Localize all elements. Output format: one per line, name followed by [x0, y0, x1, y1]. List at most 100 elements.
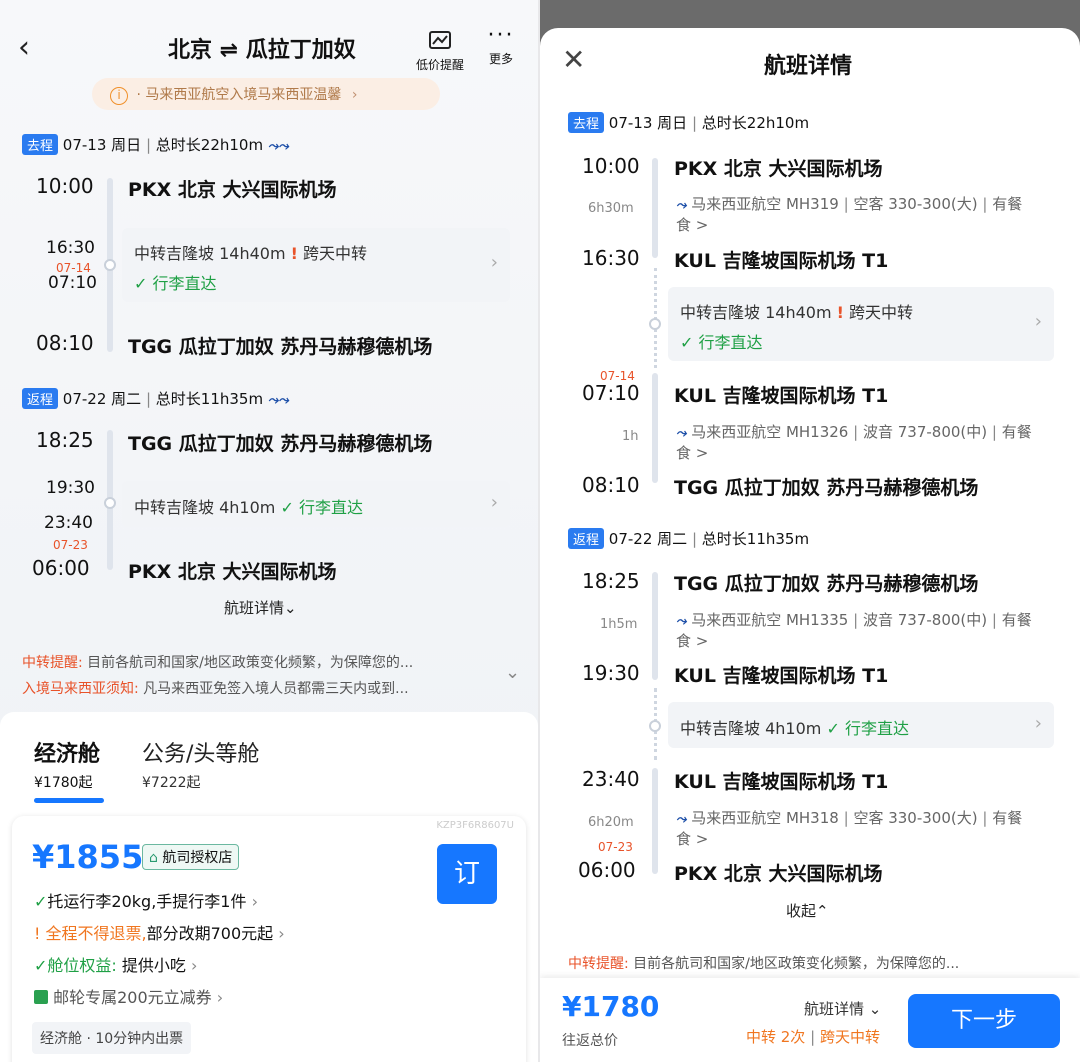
baggage-label: 行李直达 — [152, 274, 217, 293]
cabin-name: 公务/头等舱 — [142, 742, 260, 767]
offer-line[interactable]: ✓舱位权益: 提供小吃 › — [34, 952, 197, 976]
chevron-right-icon: › — [490, 492, 498, 513]
chevron-down-icon: ⌄ — [868, 1000, 882, 1018]
aircraft: 波音 737-800(中) — [862, 611, 988, 629]
tab-economy[interactable]: 经济舱 ¥1780起 — [34, 736, 104, 803]
cross-day-label: 跨天中转 — [819, 1028, 880, 1046]
tab-business[interactable]: 公务/头等舱 ¥7222起 — [142, 736, 259, 792]
offer-line[interactable]: ! 全程不得退票,部分改期700元起 › — [34, 920, 285, 944]
aircraft: 空客 330-300(大) — [853, 809, 978, 827]
transfer-card[interactable]: 中转吉隆坡 4h10m ✓ 行李直达 › — [668, 702, 1054, 748]
check-icon: ✓ — [34, 956, 48, 975]
collapse-label: 收起 — [786, 902, 817, 920]
inbound-duration: 总时长11h35m — [701, 530, 810, 548]
warning-icon: ! — [836, 303, 844, 322]
more-button[interactable]: ··· 更多 — [484, 25, 518, 67]
chart-icon — [429, 31, 451, 49]
chevron-right-icon: › — [216, 988, 224, 1007]
meal-more[interactable]: 食 > — [676, 214, 708, 235]
airline-logo-icon: ⤳ — [676, 198, 687, 213]
transfer-dot-icon — [649, 318, 661, 330]
timeline — [652, 158, 658, 258]
outbound-tag: 去程 — [568, 112, 605, 133]
flight-number: 马来西亚航空 MH318 — [691, 809, 839, 827]
expand-tips-icon[interactable]: ⌄ — [505, 662, 520, 683]
offer-card[interactable]: KZP3F6R8607U ¥1855 ⌂ 航司授权店 订 ✓托运行李20kg,手… — [12, 816, 526, 1062]
meal-more[interactable]: 食 > — [676, 828, 708, 849]
flight-info[interactable]: ⤳ 马来西亚航空 MH318 | 空客 330-300(大) | 有餐 — [676, 807, 1022, 828]
arr-airport: PKX 北京 大兴国际机场 — [674, 863, 883, 885]
chevron-up-icon: ⌃ — [816, 902, 829, 920]
transfer-card[interactable]: 中转吉隆坡 14h40m ! 跨天中转 ✓ 行李直达 › — [668, 287, 1054, 361]
arr-time: 08:10 — [36, 331, 94, 355]
transfer-text: 中转吉隆坡 14h40m — [680, 303, 832, 322]
badge-label: 航司授权店 — [162, 850, 233, 866]
tip-text: 目前各航司和国家/地区政策变化频繁，为保障您的... — [87, 655, 414, 671]
back-icon[interactable]: ‹ — [18, 30, 30, 65]
outbound-date: 07-13 周日 — [608, 114, 688, 132]
arr-airport: KUL 吉隆坡国际机场 T1 — [674, 665, 889, 687]
notice-text: · 马来西亚航空入境马来西亚温馨 — [136, 87, 342, 103]
notice-bar[interactable]: i · 马来西亚航空入境马来西亚温馨 › — [92, 78, 440, 110]
dep-time: 10:00 — [36, 174, 94, 198]
arr-time: 06:00 — [578, 858, 636, 882]
chevron-right-icon: › — [1034, 713, 1042, 734]
segment-duration: 6h20m — [588, 815, 634, 830]
meal-more[interactable]: 食 > — [676, 442, 708, 463]
close-icon[interactable]: ✕ — [562, 46, 585, 74]
offer-line[interactable]: ✓托运行李20kg,手提行李1件 › — [34, 888, 258, 912]
dep-airport: TGG 瓜拉丁加奴 苏丹马赫穆德机场 — [674, 573, 979, 595]
arr-time: 19:30 — [46, 478, 95, 498]
bottom-details-link[interactable]: 航班详情 ⌄ — [804, 998, 881, 1019]
transfer-count: 中转 2次 — [746, 1028, 806, 1046]
inbound-tag: 返程 — [568, 528, 605, 549]
offer-price: ¥1855 — [32, 838, 144, 876]
flight-info[interactable]: ⤳ 马来西亚航空 MH1335 | 波音 737-800(中) | 有餐 — [676, 609, 1032, 630]
inbound-duration: 总时长11h35m — [155, 390, 264, 408]
flight-info[interactable]: ⤳ 马来西亚航空 MH319 | 空客 330-300(大) | 有餐 — [676, 193, 1022, 214]
check-icon: ✓ — [826, 719, 840, 738]
arr-time: 16:30 — [582, 246, 640, 270]
price-alert-button[interactable]: 低价提醒 — [412, 30, 468, 73]
flight-details-link[interactable]: 航班详情⌄ — [224, 597, 297, 618]
segment-duration: 6h30m — [588, 201, 634, 216]
transfer-summary: 中转 2次 | 跨天中转 — [746, 1028, 880, 1046]
meal-more[interactable]: 食 > — [676, 630, 708, 651]
airline-logo-icon: ⤳⤳ — [267, 393, 289, 408]
ticketing-label: 经济舱 · 10分钟内出票 — [32, 1022, 192, 1054]
dep-airport: PKX 北京 大兴国际机场 — [674, 158, 883, 180]
transfer-dot-icon — [649, 720, 661, 732]
flight-details-sheet: ✕ 航班详情 去程 07-13 周日 | 总时长22h10m 10:00 PKX… — [540, 28, 1080, 1062]
collapse-button[interactable]: 收起⌃ — [786, 900, 829, 921]
meal: 有餐 — [992, 809, 1023, 827]
transfer-card[interactable]: 中转吉隆坡 14h40m ! 跨天中转 ✓ 行李直达 › — [122, 228, 510, 302]
flight-info[interactable]: ⤳ 马来西亚航空 MH1326 | 波音 737-800(中) | 有餐 — [676, 421, 1032, 442]
dep-time: 10:00 — [582, 154, 640, 178]
tip-row: 中转提醒: 目前各航司和国家/地区政策变化频繁，为保障您的... — [568, 953, 1048, 973]
page-title: 北京 ⇌ 瓜拉丁加奴 — [168, 38, 356, 63]
total-price: ¥1780 — [562, 990, 660, 1023]
meal: 有餐 — [992, 195, 1023, 213]
cross-day-label: 跨天中转 — [849, 303, 914, 322]
chevron-down-icon: ⌄ — [284, 599, 297, 617]
left-screen: ‹ 北京 ⇌ 瓜拉丁加奴 低价提醒 ··· 更多 i · 马来西亚航空入境马来西… — [0, 0, 538, 1062]
sheet-title: 航班详情 — [764, 54, 853, 79]
dep-time: 07:10 — [48, 273, 97, 293]
benefit-label: 舱位权益: — [47, 956, 117, 975]
book-button[interactable]: 订 — [437, 844, 497, 904]
check-icon: ✓ — [134, 274, 148, 293]
right-screen: ✕ 航班详情 去程 07-13 周日 | 总时长22h10m 10:00 PKX… — [540, 0, 1080, 1062]
aircraft: 空客 330-300(大) — [853, 195, 978, 213]
warning-icon: ! — [34, 924, 41, 943]
cabin-price: ¥7222起 — [142, 775, 201, 791]
offer-line[interactable]: 邮轮专属200元立减券 › — [34, 984, 223, 1008]
dep-time: 18:25 — [36, 428, 94, 452]
dep-time: 23:40 — [44, 513, 93, 533]
airline-logo-icon: ⤳ — [676, 812, 687, 827]
arr-time: 19:30 — [582, 661, 640, 685]
flight-details-label: 航班详情 — [224, 599, 285, 617]
tip-label: 入境马来西亚须知: — [22, 681, 139, 697]
tab-indicator — [34, 798, 104, 803]
transfer-card[interactable]: 中转吉隆坡 4h10m ✓ 行李直达 › — [122, 481, 510, 527]
next-step-button[interactable]: 下一步 — [908, 994, 1060, 1048]
